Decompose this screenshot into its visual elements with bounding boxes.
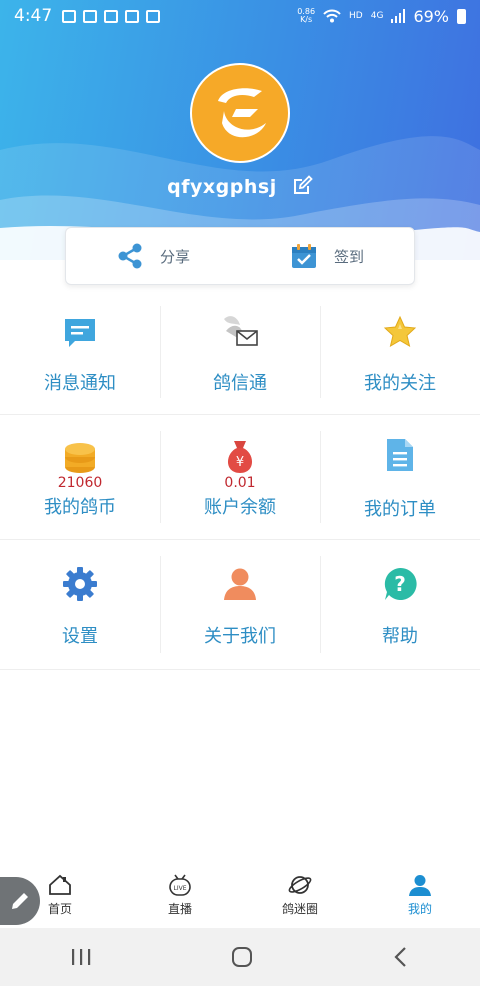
coins-value: 21060 [57, 475, 103, 491]
home-button-icon[interactable] [230, 945, 254, 969]
money-bag-icon: ¥ [227, 441, 253, 473]
grid-row: 21060 我的鸽币 ¥ 0.01 账户余额 我的订单 [0, 415, 480, 540]
tab-label: 我的 [407, 901, 432, 916]
notification-app-icon [83, 9, 98, 23]
home-icon [49, 874, 71, 895]
grid-item-label: 我的订单 [364, 499, 436, 520]
app-logo-icon [218, 88, 266, 138]
battery-percent: 69% [413, 6, 449, 26]
network-speed: 0.86 K/s [297, 7, 316, 24]
grid-item-label: 帮助 [382, 625, 418, 647]
svg-text:¥: ¥ [236, 455, 244, 470]
signal-icon [391, 9, 406, 23]
edit-icon[interactable] [292, 175, 313, 196]
checkin-label: 签到 [333, 247, 364, 266]
notification-icons [62, 9, 161, 23]
battery-icon [457, 8, 466, 24]
recent-apps-icon[interactable] [69, 947, 93, 967]
gallery-notification-icon [104, 9, 119, 23]
share-label: 分享 [159, 247, 190, 266]
avatar[interactable] [190, 63, 290, 163]
tab-mine[interactable]: 我的 [360, 862, 480, 928]
svg-text:LIVE: LIVE [173, 885, 186, 892]
share-icon [118, 243, 142, 269]
user-icon [409, 874, 431, 896]
bottom-tab-bar: 首页 LIVE 直播 鸽迷圈 我的 [0, 862, 480, 928]
username: qfyxgphsj [167, 176, 277, 198]
grid-row: 消息通知 鸽信通 我的关注 [0, 290, 480, 415]
system-nav-bar [0, 928, 480, 986]
grid-item-about[interactable]: 关于我们 [160, 540, 320, 669]
back-icon[interactable] [391, 945, 411, 969]
wifi-icon [323, 9, 341, 23]
status-time: 4:47 [14, 6, 53, 26]
tab-live[interactable]: LIVE 直播 [120, 862, 240, 928]
balance-value: 0.01 [224, 475, 256, 491]
hd-indicator: HD [349, 11, 363, 21]
document-icon [387, 439, 413, 471]
tab-pigeon-circle[interactable]: 鸽迷圈 [240, 862, 360, 928]
status-bar: 4:47 0.86 K/s HD 4G 69% [0, 0, 480, 32]
action-card: 分享 签到 [65, 227, 415, 285]
grid-item-messages[interactable]: 消息通知 [0, 290, 160, 414]
grid-item-label: 我的关注 [364, 373, 436, 394]
grid-row: 设置 关于我们 ? 帮助 [0, 540, 480, 670]
network-type: 4G [370, 11, 384, 21]
grid-item-balance[interactable]: ¥ 0.01 账户余额 [160, 415, 320, 539]
grid-item-settings[interactable]: 设置 [0, 540, 160, 669]
tab-label: 鸽迷圈 [281, 901, 318, 916]
grid-item-coins[interactable]: 21060 我的鸽币 [0, 415, 160, 539]
svg-text:?: ? [394, 572, 406, 596]
grid-item-label: 鸽信通 [213, 373, 267, 394]
person-icon [224, 568, 256, 600]
help-icon: ? [384, 567, 417, 600]
pencil-icon [12, 893, 28, 909]
star-icon [383, 315, 417, 348]
checkin-calendar-icon [291, 244, 316, 268]
notification-app-icon [62, 9, 77, 23]
feature-grid: 消息通知 鸽信通 我的关注 21060 我的鸽币 ¥ 0.01 账户余额 我的订… [0, 290, 480, 670]
grid-item-label: 账户余额 [204, 497, 276, 518]
tab-label: 直播 [167, 901, 192, 916]
pigeon-mail-icon [224, 316, 258, 346]
checkin-button[interactable]: 签到 [240, 228, 414, 284]
store-notification-icon [146, 9, 161, 23]
grid-item-label: 我的鸽币 [44, 497, 116, 518]
grid-item-orders[interactable]: 我的订单 [320, 415, 480, 539]
profile-header: 4:47 0.86 K/s HD 4G 69% qfyxgphsj [0, 0, 480, 260]
share-button[interactable]: 分享 [66, 228, 240, 284]
grid-item-label: 关于我们 [204, 625, 276, 647]
grid-item-label: 设置 [62, 625, 98, 647]
grid-item-help[interactable]: ? 帮助 [320, 540, 480, 669]
tab-label: 首页 [47, 901, 72, 916]
gear-icon [63, 566, 97, 601]
coins-icon [65, 443, 95, 473]
live-icon: LIVE [169, 874, 191, 896]
message-icon [65, 319, 95, 347]
username-row: qfyxgphsj [0, 175, 480, 198]
cloud-notification-icon [125, 9, 140, 23]
grid-item-label: 消息通知 [44, 373, 116, 394]
grid-item-pigeon-mail[interactable]: 鸽信通 [160, 290, 320, 414]
grid-item-following[interactable]: 我的关注 [320, 290, 480, 414]
planet-icon [288, 875, 312, 894]
